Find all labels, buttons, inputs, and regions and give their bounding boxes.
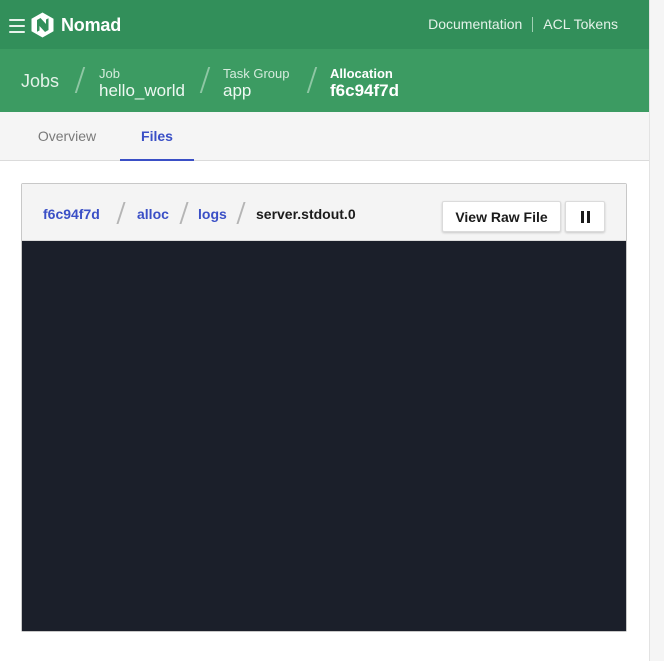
log-output[interactable] [22, 241, 626, 631]
breadcrumb-separator [74, 67, 84, 95]
breadcrumb-task-group-label: Task Group [223, 66, 290, 81]
breadcrumb-job-value: hello_world [99, 81, 185, 100]
breadcrumb-allocation-value: f6c94f7d [330, 81, 399, 100]
breadcrumb-separator [199, 67, 209, 95]
tab-files[interactable]: Files [120, 112, 194, 161]
top-links: Documentation ACL Tokens [428, 16, 618, 32]
breadcrumb: Jobs Job hello_world Task Group app Allo… [0, 49, 649, 112]
breadcrumb-job[interactable]: Job hello_world [99, 66, 185, 100]
file-path-alloc[interactable]: alloc [137, 206, 169, 222]
scrollbar-track[interactable] [649, 0, 664, 661]
nomad-logo[interactable]: Nomad [31, 12, 121, 38]
nomad-hexagon-icon [31, 12, 54, 38]
app-name: Nomad [61, 14, 122, 35]
file-viewer: f6c94f7d alloc logs server.stdout.0 View… [21, 183, 627, 632]
breadcrumb-jobs[interactable]: Jobs [21, 71, 59, 92]
file-viewer-header: f6c94f7d alloc logs server.stdout.0 View… [22, 184, 626, 241]
acl-tokens-link[interactable]: ACL Tokens [543, 16, 618, 32]
page: Nomad Documentation ACL Tokens Jobs Job … [0, 0, 649, 661]
top-navigation: Nomad Documentation ACL Tokens [0, 0, 649, 49]
breadcrumb-allocation-label: Allocation [330, 66, 393, 81]
breadcrumb-allocation[interactable]: Allocation f6c94f7d [330, 66, 399, 100]
file-path-separator [237, 202, 245, 226]
view-raw-file-button[interactable]: View Raw File [442, 201, 561, 232]
tab-bar: Overview Files [0, 112, 649, 161]
file-path-logs[interactable]: logs [198, 206, 227, 222]
hamburger-menu-icon[interactable] [9, 19, 25, 34]
link-divider [532, 16, 534, 32]
pause-button[interactable] [565, 201, 605, 232]
file-path-separator [117, 202, 125, 226]
pause-icon [580, 210, 590, 223]
file-path-current-file: server.stdout.0 [256, 206, 356, 222]
documentation-link[interactable]: Documentation [428, 16, 522, 32]
breadcrumb-task-group[interactable]: Task Group app [223, 66, 289, 100]
tab-overview[interactable]: Overview [20, 112, 114, 161]
breadcrumb-task-group-value: app [223, 81, 252, 100]
file-path-separator [180, 202, 188, 226]
breadcrumb-job-label: Job [99, 66, 120, 81]
file-path-allocation[interactable]: f6c94f7d [43, 206, 100, 222]
breadcrumb-separator [306, 67, 316, 95]
